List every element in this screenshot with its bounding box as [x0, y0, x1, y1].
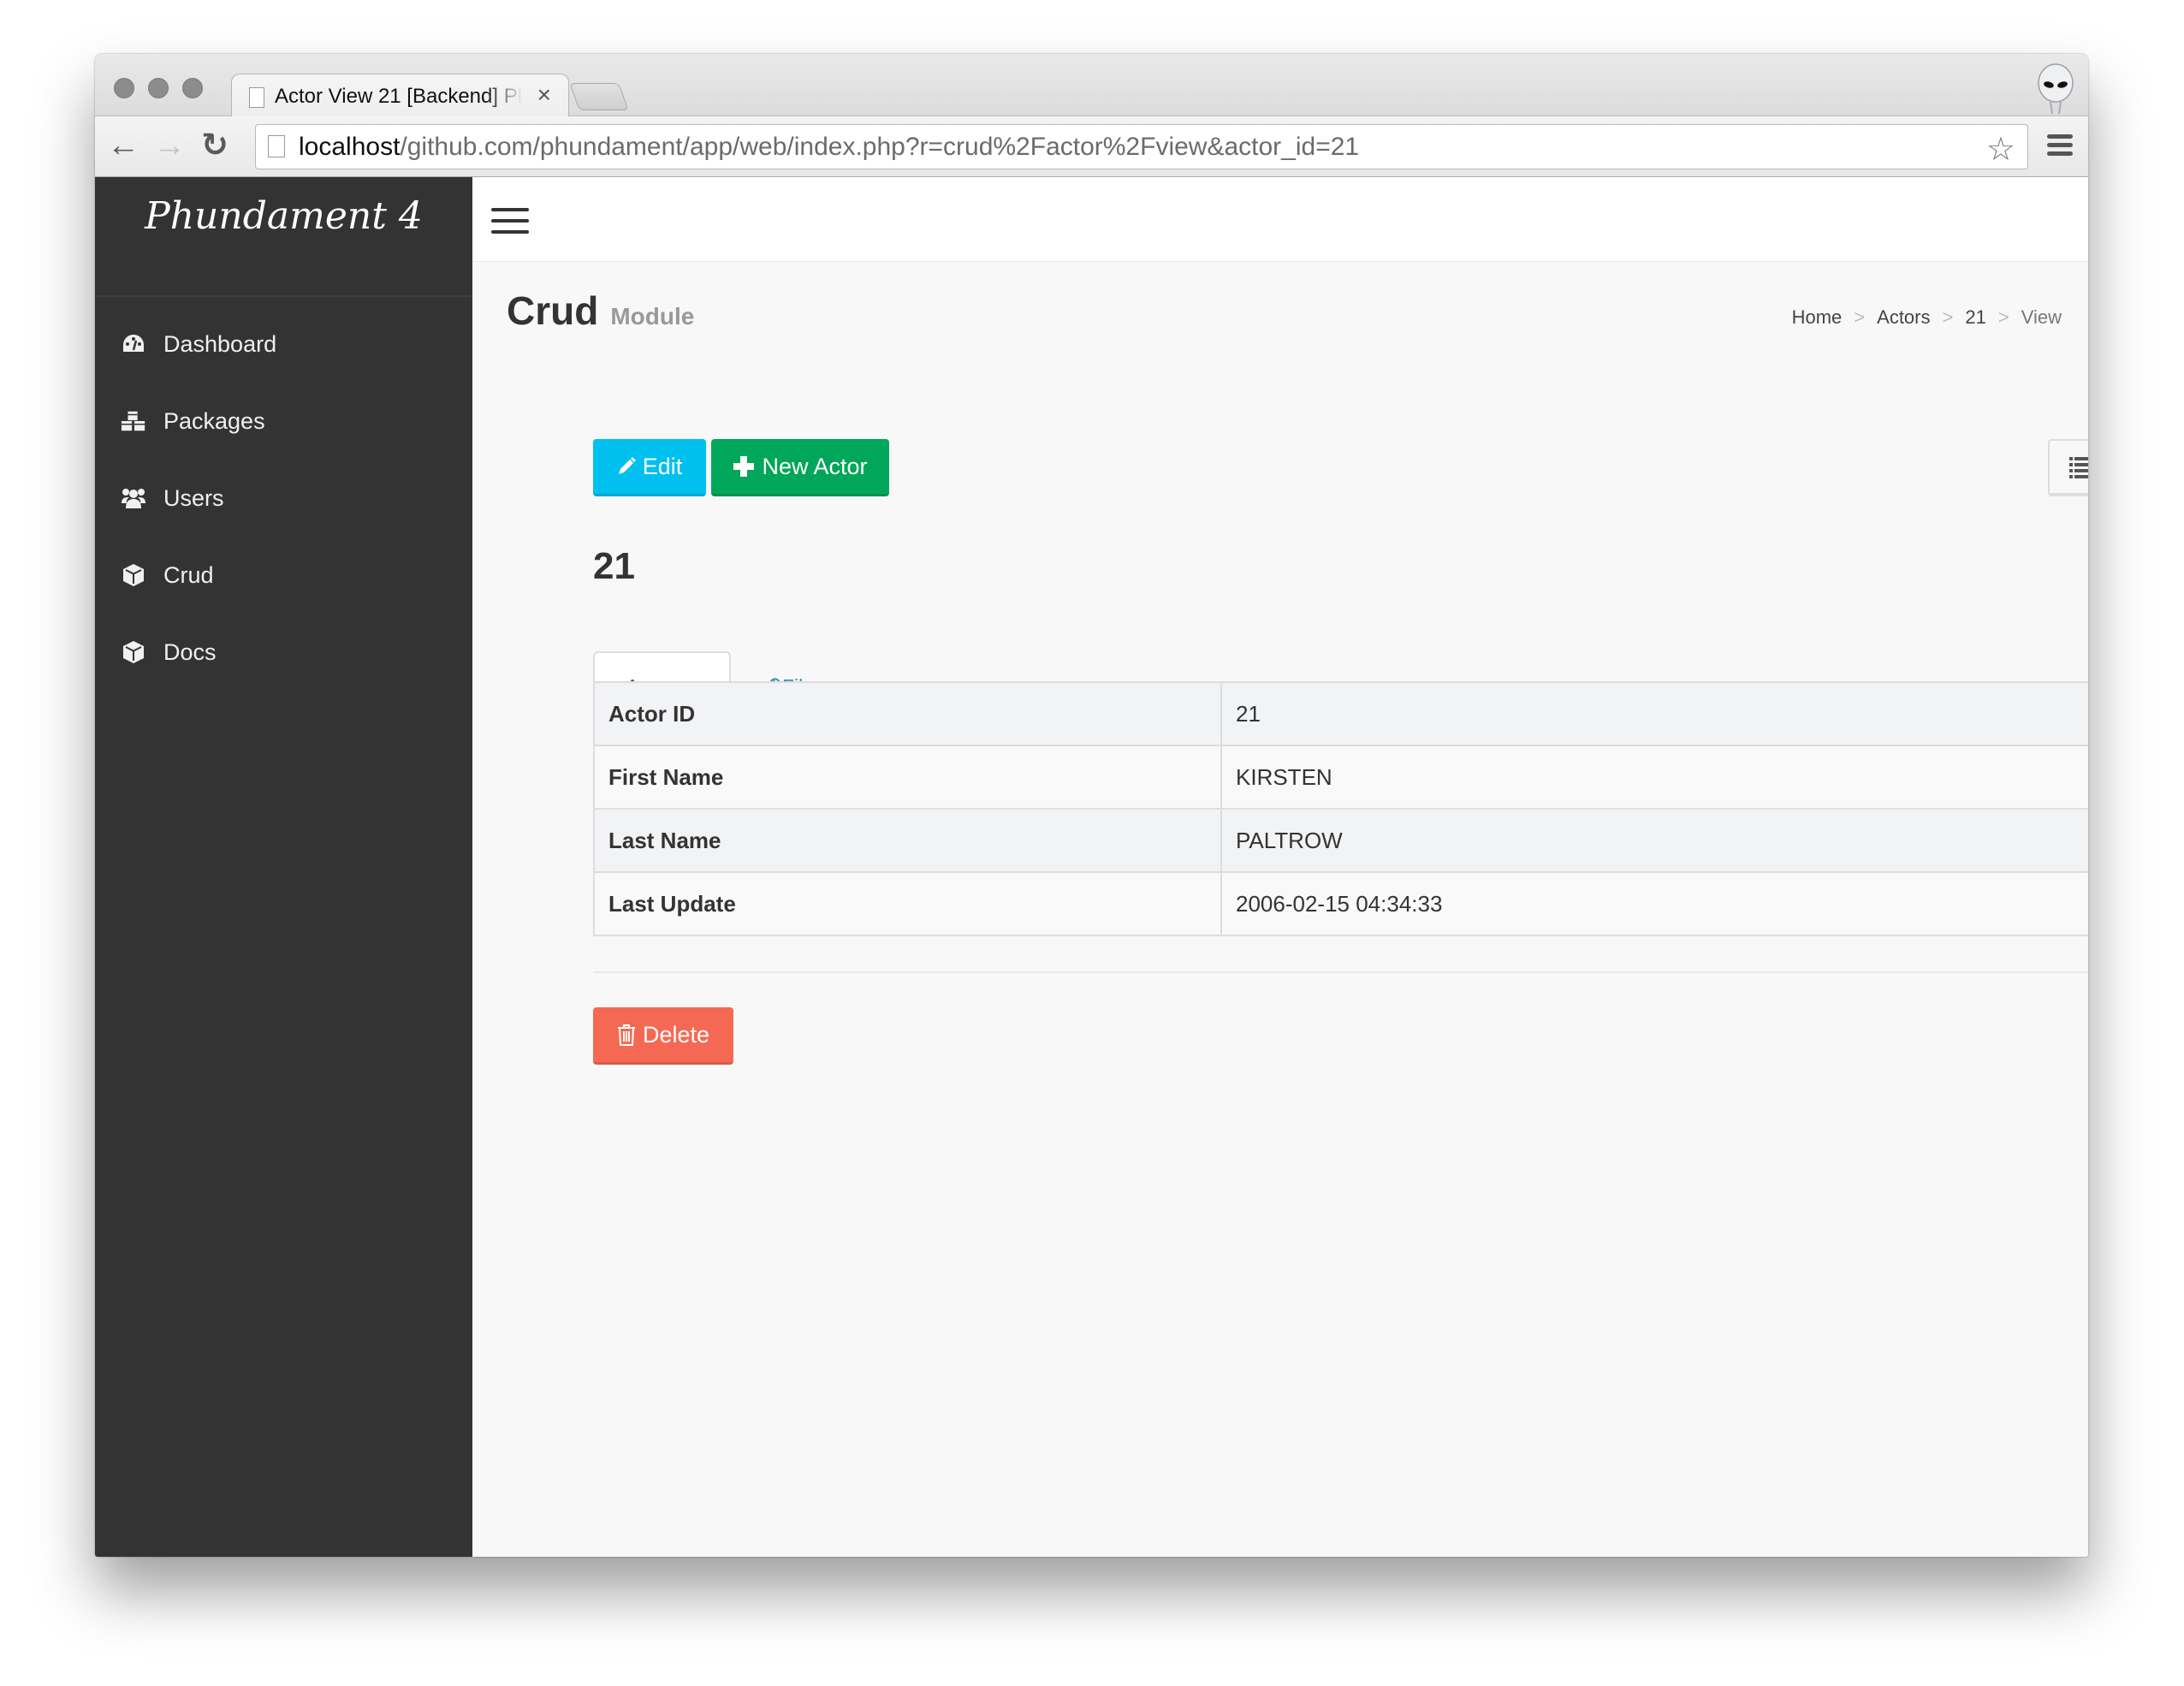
tab-title: Actor View 21 [Backend] Phundament: [275, 85, 523, 108]
sidebar-item-label: Packages: [163, 407, 265, 434]
table-row: Actor ID 21: [593, 681, 2088, 746]
sidebar-item-label: Docs: [163, 638, 217, 665]
sidebar-item-users[interactable]: Users: [95, 460, 472, 537]
browser-menu-icon[interactable]: [2047, 134, 2073, 160]
back-button[interactable]: ←: [107, 128, 139, 163]
url-path: /github.com/phundament/app/web/index.php…: [400, 133, 1360, 161]
delete-label: Delete: [642, 1021, 710, 1048]
divider: [593, 971, 2088, 973]
breadcrumb: Home > Actors > 21 > View: [1792, 306, 2062, 329]
tab-strip: Actor View 21 [Backend] Phundament ×: [95, 54, 2088, 117]
breadcrumb-record[interactable]: 21: [1965, 306, 1985, 329]
cube-icon: [121, 639, 146, 665]
main-content: Crud Module Home > Actors > 21 > View Edi…: [472, 177, 2088, 1557]
table-row: Last Name PALTROW: [593, 808, 2088, 873]
profile-avatar-icon[interactable]: [2033, 62, 2078, 116]
page-subtitle: Module: [610, 303, 695, 329]
breadcrumb-current: View: [2021, 306, 2062, 328]
url-text[interactable]: localhost/github.com/phundament/app/web/…: [299, 133, 1359, 162]
browser-tab[interactable]: Actor View 21 [Backend] Phundament ×: [231, 74, 569, 117]
page-icon: [268, 135, 285, 157]
url-host: localhost: [299, 133, 401, 161]
sidebar-nav: Dashboard Packages Users Crud Docs: [95, 297, 472, 691]
field-label: Actor ID: [593, 681, 1222, 746]
browser-toolbar: ← → ↻ localhost/github.com/phundament/ap…: [95, 116, 2088, 177]
record-title: 21: [593, 545, 635, 587]
maximize-window-button[interactable]: [182, 78, 203, 98]
reload-button[interactable]: ↻: [201, 128, 228, 163]
trash-icon: [617, 1024, 636, 1046]
page-icon: [249, 87, 264, 108]
users-icon: [121, 485, 146, 511]
sidebar-item-label: Crud: [163, 561, 214, 588]
edit-label: Edit: [642, 453, 683, 479]
plus-icon: [733, 455, 755, 478]
page-title: Crud Module: [507, 288, 694, 334]
close-window-button[interactable]: [114, 78, 134, 98]
breadcrumb-separator: >: [1854, 306, 1866, 328]
breadcrumb-home[interactable]: Home: [1792, 306, 1843, 329]
new-actor-button[interactable]: New Actor: [711, 439, 889, 496]
sidebar-item-crud[interactable]: Crud: [95, 537, 472, 614]
field-value: 2006-02-15 04:34:33: [1220, 871, 2088, 936]
table-row: Last Update 2006-02-15 04:34:33: [593, 871, 2088, 936]
table-row: First Name KIRSTEN: [593, 745, 2088, 810]
cubes-icon: [121, 408, 146, 434]
field-label: Last Update: [593, 871, 1222, 936]
brand-logo[interactable]: Phundament 4: [95, 177, 472, 297]
pencil-icon: [617, 457, 636, 476]
sidebar-item-label: Dashboard: [163, 330, 277, 357]
new-tab-button[interactable]: [569, 83, 629, 110]
browser-window: Actor View 21 [Backend] Phundament × ← →…: [95, 54, 2088, 1557]
breadcrumb-actors[interactable]: Actors: [1877, 306, 1930, 329]
edit-button[interactable]: Edit: [593, 439, 706, 496]
field-label: First Name: [593, 745, 1222, 810]
minimize-window-button[interactable]: [148, 78, 169, 98]
cube-icon: [121, 562, 146, 588]
breadcrumb-separator: >: [1997, 306, 2009, 328]
top-navbar: [472, 177, 2088, 262]
sidebar-item-packages[interactable]: Packages: [95, 383, 472, 460]
delete-button[interactable]: Delete: [593, 1007, 733, 1065]
field-label: Last Name: [593, 808, 1222, 873]
tab-close-icon[interactable]: ×: [537, 81, 551, 109]
bookmark-star-icon[interactable]: ☆: [1986, 130, 2015, 169]
app: Phundament 4 Dashboard Packages Users Cr…: [95, 177, 2088, 1557]
sidebar-toggle-icon[interactable]: [491, 208, 529, 241]
new-actor-label: New Actor: [762, 453, 868, 479]
breadcrumb-separator: >: [1942, 306, 1954, 328]
address-bar[interactable]: localhost/github.com/phundament/app/web/…: [255, 124, 2028, 169]
forward-button[interactable]: →: [153, 128, 186, 163]
sidebar-item-label: Users: [163, 484, 224, 511]
sidebar-item-docs[interactable]: Docs: [95, 614, 472, 691]
list-button[interactable]: List: [2048, 439, 2088, 496]
field-value: KIRSTEN: [1220, 745, 2088, 810]
field-value: PALTROW: [1220, 808, 2088, 873]
list-icon: [2068, 456, 2088, 478]
content-header: Crud Module Home > Actors > 21 > View: [472, 262, 2088, 347]
page-title-text: Crud: [507, 288, 599, 333]
sidebar: Phundament 4 Dashboard Packages Users Cr…: [95, 177, 472, 1557]
detail-table: Actor ID 21 First Name KIRSTEN Last Name…: [593, 681, 2088, 936]
dashboard-icon: [121, 331, 146, 357]
field-value: 21: [1220, 681, 2088, 746]
sidebar-item-dashboard[interactable]: Dashboard: [95, 306, 472, 383]
